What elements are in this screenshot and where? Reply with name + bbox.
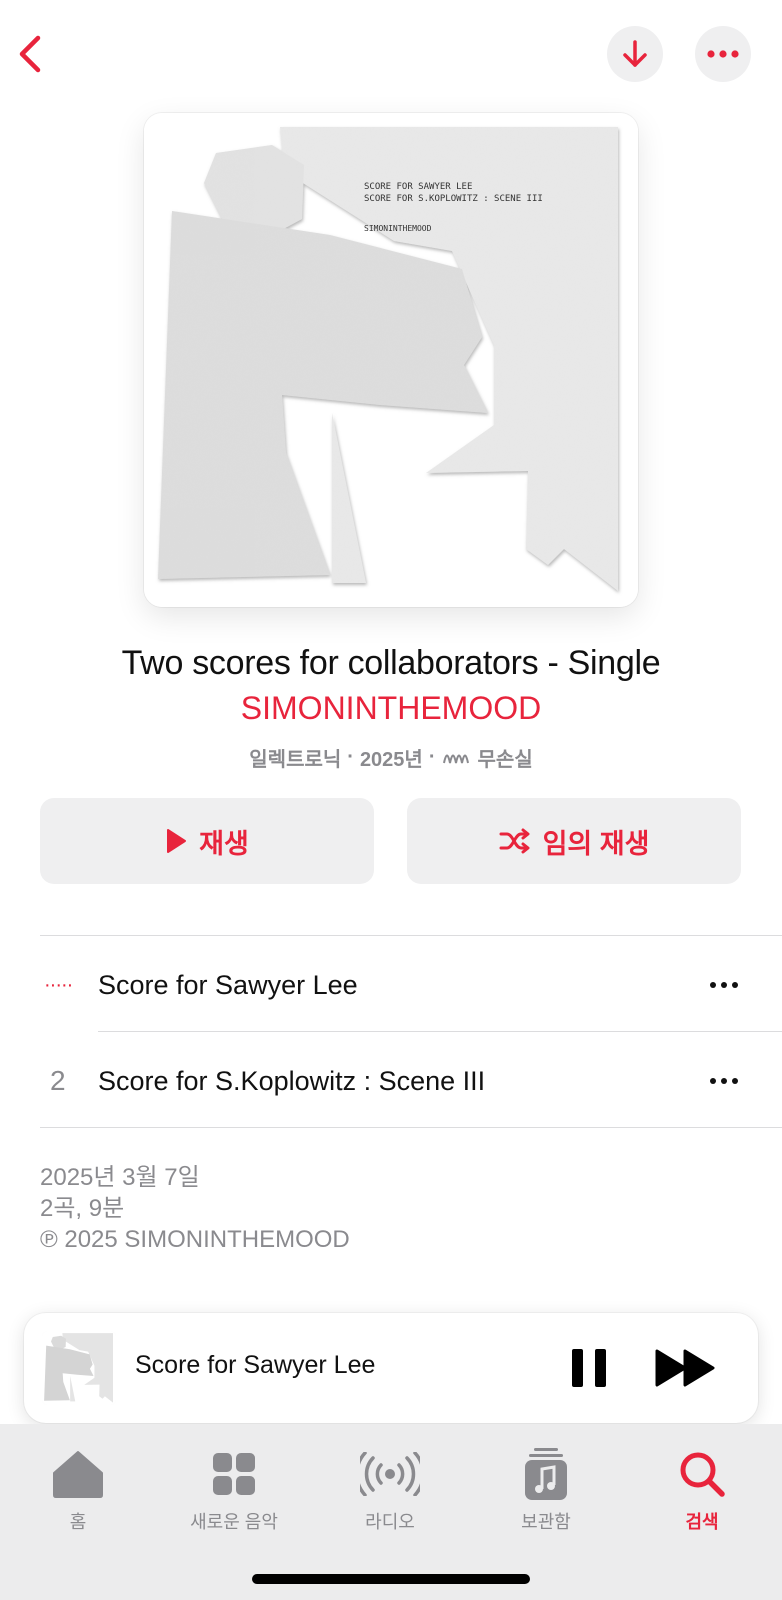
tab-label: 검색 <box>685 1512 719 1532</box>
play-icon <box>167 829 187 853</box>
track-more-button[interactable] <box>696 965 752 1005</box>
mini-player-title: Score for Sawyer Lee <box>135 1351 376 1379</box>
meta-separator: · <box>428 746 436 768</box>
year-label: 2025년 <box>359 749 423 771</box>
tab-label: 홈 <box>69 1512 87 1532</box>
lossless-label: 무손실 <box>477 749 533 771</box>
divider <box>40 1127 782 1128</box>
shuffle-icon <box>499 828 530 854</box>
ellipsis-icon <box>710 1078 738 1084</box>
pause-button[interactable] <box>566 1345 612 1391</box>
copyright: ℗ 2025 SIMONINTHEMOOD <box>40 1226 350 1253</box>
tab-library[interactable]: 보관함 <box>468 1446 624 1534</box>
tab-search[interactable]: 검색 <box>624 1446 780 1534</box>
top-bar <box>0 0 782 110</box>
arrow-down-icon <box>623 40 647 67</box>
album-artwork[interactable]: SCORE FOR SAWYER LEE SCORE FOR S.KOPLOWI… <box>144 113 638 607</box>
chevron-left-icon <box>19 35 41 73</box>
grid-icon <box>213 1453 255 1495</box>
track-number: 2 <box>50 1065 66 1096</box>
tab-home[interactable]: 홈 <box>0 1446 156 1534</box>
track-row[interactable]: ····· Score for Sawyer Lee <box>40 937 782 1033</box>
ellipsis-icon <box>710 982 738 988</box>
search-icon <box>680 1452 725 1497</box>
tab-label: 라디오 <box>365 1512 415 1532</box>
album-title: Two scores for collaborators - Single <box>121 644 661 682</box>
tab-label: 보관함 <box>521 1512 571 1532</box>
track-title: Score for S.Koplowitz : Scene III <box>98 1065 486 1096</box>
tab-label: 새로운 음악 <box>190 1512 278 1532</box>
shuffle-button[interactable]: 임의 재생 <box>407 798 741 884</box>
play-button[interactable]: 재생 <box>40 798 374 884</box>
mini-player[interactable]: Score for Sawyer Lee <box>24 1313 758 1423</box>
release-date: 2025년 3월 7일 <box>40 1164 200 1191</box>
meta-separator: · <box>347 746 354 768</box>
fast-forward-button[interactable] <box>654 1345 718 1391</box>
artist-link[interactable]: SIMONINTHEMOOD <box>0 690 782 727</box>
lossless-icon <box>442 754 469 763</box>
library-icon <box>525 1448 567 1500</box>
divider <box>98 1031 782 1032</box>
radio-icon <box>360 1452 420 1496</box>
divider <box>40 935 782 936</box>
album-footer-info: 2025년 3월 7일 2곡, 9분 ℗ 2025 SIMONINTHEMOOD <box>40 1162 350 1255</box>
track-more-button[interactable] <box>696 1061 752 1101</box>
art-text-line2: SCORE FOR S.KOPLOWITZ : SCENE III <box>364 194 543 204</box>
genre-label: 일렉트로닉 <box>249 749 342 771</box>
art-text-line1: SCORE FOR SAWYER LEE <box>364 182 472 192</box>
track-summary: 2곡, 9분 <box>40 1195 125 1222</box>
tab-new-music[interactable]: 새로운 음악 <box>156 1446 312 1534</box>
track-row[interactable]: 2 Score for S.Koplowitz : Scene III <box>40 1033 782 1129</box>
mini-player-artwork <box>42 1331 116 1405</box>
back-button[interactable] <box>12 30 48 78</box>
fast-forward-icon <box>655 1349 715 1387</box>
album-meta: 일렉트로닉 · 2025년 · 무손실 <box>0 743 782 772</box>
more-options-button[interactable] <box>695 26 751 82</box>
tab-radio[interactable]: 라디오 <box>312 1446 468 1534</box>
shuffle-label: 임의 재생 <box>542 828 650 859</box>
ellipsis-icon <box>707 50 739 58</box>
download-button[interactable] <box>607 26 663 82</box>
now-playing-indicator: ····· <box>44 973 73 996</box>
art-text-artist: SIMONINTHEMOOD <box>364 224 432 233</box>
play-label: 재생 <box>199 828 249 859</box>
track-title: Score for Sawyer Lee <box>98 969 358 1000</box>
pause-icon <box>572 1349 606 1387</box>
home-indicator[interactable] <box>252 1574 530 1584</box>
home-icon <box>53 1451 103 1498</box>
